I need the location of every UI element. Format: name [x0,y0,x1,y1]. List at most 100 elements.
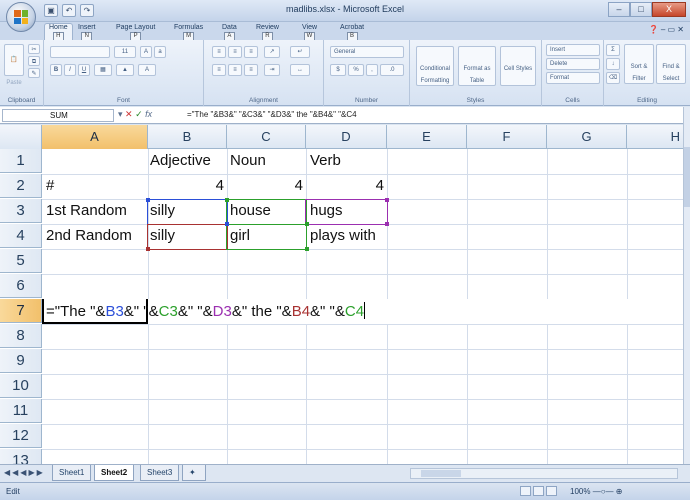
scroll-thumb[interactable] [684,147,690,207]
tab-view[interactable]: View W [302,24,317,41]
normal-view-icon[interactable] [520,486,531,496]
sheet-tab-sheet1[interactable]: Sheet1 [52,465,92,481]
align-top-icon[interactable]: ≡ [212,46,226,58]
row-header[interactable]: 8 [0,324,42,348]
row-header[interactable]: 9 [0,349,42,373]
cell-b1[interactable]: Adjective [150,149,211,173]
row-header[interactable]: 4 [0,224,42,248]
row-header[interactable]: 13 [0,449,42,464]
tab-insert[interactable]: Insert N [78,24,96,41]
cell-d4[interactable]: plays with [310,224,376,248]
column-header[interactable]: B [148,125,227,149]
tab-page-layout[interactable]: Page Layout P [116,24,155,41]
insert-cells-button[interactable]: Insert [546,44,600,56]
merge-icon[interactable]: ↔ [290,64,310,76]
select-all-corner[interactable] [0,125,42,149]
column-header[interactable]: D [306,125,387,149]
cell-d2[interactable]: 4 [308,174,384,198]
tab-data[interactable]: Data A [222,24,237,41]
font-name-dropdown[interactable] [50,46,110,58]
tab-acrobat[interactable]: Acrobat B [340,24,364,41]
cell-styles-button[interactable]: Cell Styles [500,46,536,86]
paste-icon[interactable]: 📋 [4,44,24,76]
cell-c2[interactable]: 4 [229,174,303,198]
font-color-icon[interactable]: A [138,64,156,76]
borders-icon[interactable]: ▦ [94,64,112,76]
cut-icon[interactable]: ✂ [28,44,40,54]
copy-icon[interactable]: ⧉ [28,56,40,66]
tab-formulas[interactable]: Formulas M [174,24,203,41]
indent-icon[interactable]: ⇥ [264,64,280,76]
cell-c4[interactable]: girl [230,224,250,248]
close-button[interactable]: X [652,2,686,17]
delete-cells-button[interactable]: Delete [546,58,600,70]
align-left-icon[interactable]: ≡ [212,64,226,76]
align-middle-icon[interactable]: ≡ [228,46,242,58]
row-header[interactable]: 2 [0,174,42,198]
column-header[interactable]: C [227,125,306,149]
page-layout-view-icon[interactable] [533,486,544,496]
bold-icon[interactable]: B [50,64,62,76]
cell-b3[interactable]: silly [150,199,175,223]
row-header[interactable]: 3 [0,199,42,223]
office-button[interactable] [6,2,36,32]
page-break-view-icon[interactable] [546,486,557,496]
cell-a3[interactable]: 1st Random [46,199,127,223]
vertical-scrollbar[interactable] [683,107,690,464]
column-header[interactable]: F [467,125,547,149]
insert-sheet-icon[interactable]: ✦ [182,465,206,481]
shrink-font-icon[interactable]: a [154,46,166,58]
tab-home[interactable]: Home H [44,23,73,41]
cell-b4[interactable]: silly [150,224,175,248]
conditional-formatting-button[interactable]: Conditional Formatting [416,46,454,86]
row-header[interactable]: 6 [0,274,42,298]
insert-function-icon[interactable]: fx [145,109,152,119]
find-select-button[interactable]: Find & Select [656,44,686,84]
cell-a4[interactable]: 2nd Random [46,224,132,248]
row-header[interactable]: 12 [0,424,42,448]
minimize-button[interactable]: – [608,2,630,17]
orientation-icon[interactable]: ↗ [264,46,280,58]
align-center-icon[interactable]: ≡ [228,64,242,76]
format-painter-icon[interactable]: ✎ [28,68,40,78]
row-header[interactable]: 10 [0,374,42,398]
row-header[interactable]: 5 [0,249,42,273]
font-size-dropdown[interactable]: 11 [114,46,136,58]
scroll-thumb[interactable] [421,470,461,477]
percent-icon[interactable]: % [348,64,364,76]
number-format-dropdown[interactable]: General [330,46,404,58]
cell-d3[interactable]: hugs [310,199,343,223]
fill-icon[interactable]: ↓ [606,58,620,70]
maximize-button[interactable]: □ [630,2,652,17]
column-header[interactable]: A [42,125,148,149]
currency-icon[interactable]: $ [330,64,346,76]
column-header[interactable]: H [627,125,683,149]
grow-font-icon[interactable]: A [140,46,152,58]
cell-c1[interactable]: Noun [230,149,266,173]
comma-icon[interactable]: , [366,64,378,76]
sheet-nav-arrows-icon[interactable]: ◀◀◀▶▶ [4,468,45,477]
format-cells-button[interactable]: Format [546,72,600,84]
cell-a2[interactable]: # [46,174,54,198]
sheet-tab-sheet2[interactable]: Sheet2 [94,465,135,481]
name-box[interactable]: SUM [2,109,114,122]
cell-c3[interactable]: house [230,199,271,223]
help-icon[interactable]: ❓ – ▭ ✕ [649,25,684,34]
in-cell-formula[interactable]: ="The "&B3&" "&C3&" "&D3&" the "&B4&" "&… [46,299,366,324]
column-header[interactable]: G [547,125,627,149]
zoom-control[interactable]: 100% —○— ⊕ [570,487,680,496]
align-bottom-icon[interactable]: ≡ [244,46,258,58]
row-header[interactable]: 1 [0,149,42,173]
enter-icon[interactable]: ✓ [135,109,143,119]
clear-icon[interactable]: ⌫ [606,72,620,84]
row-header[interactable]: 11 [0,399,42,423]
horizontal-scrollbar[interactable] [410,468,678,479]
wrap-text-icon[interactable]: ↵ [290,46,310,58]
underline-icon[interactable]: U [78,64,90,76]
cancel-icon[interactable]: ✕ [125,109,133,119]
fill-color-icon[interactable]: ▲ [116,64,134,76]
column-header[interactable]: E [387,125,467,149]
spreadsheet-grid[interactable]: A B C D E F G H 1 2 3 4 5 6 7 8 9 10 11 … [0,125,683,464]
formula-input[interactable]: ="The "&B3&" "&C3&" "&D3&" the "&B4&" "&… [187,110,357,119]
sort-filter-button[interactable]: Sort & Filter [624,44,654,84]
